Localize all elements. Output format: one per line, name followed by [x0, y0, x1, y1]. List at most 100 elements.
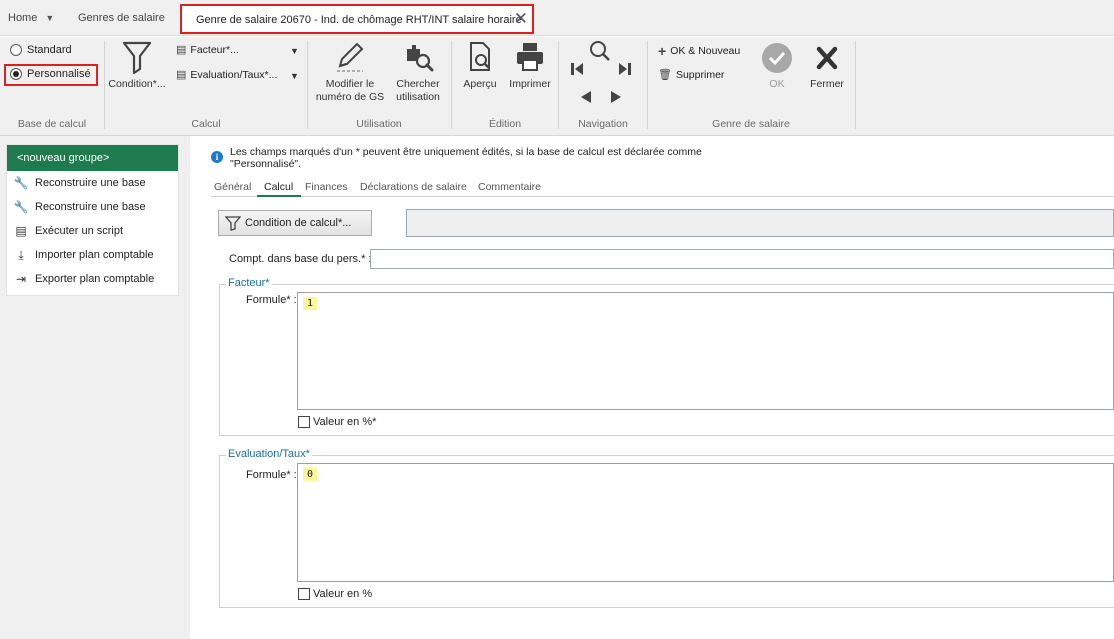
tab-home[interactable]: Home ▼ [8, 0, 54, 36]
ok-button[interactable]: OK [757, 41, 797, 91]
script-icon: ▤ [176, 44, 187, 56]
tab-active-label: Genre de salaire 20670 - Ind. de chômage… [196, 14, 522, 26]
evaluation-percent-label: Valeur en % [313, 588, 373, 600]
tab-bar: Home ▼ Genres de salaire Genre de salaire… [0, 0, 1114, 36]
tabs-divider [211, 196, 1114, 197]
evaluation-formula-value: 0 [303, 468, 318, 481]
sidebar-item-importer[interactable]: ⤓ Importer plan comptable [7, 243, 178, 267]
export-icon: ⇥ [15, 272, 27, 286]
group-label-navigation: Navigation [578, 118, 628, 130]
tab-general[interactable]: Général [214, 181, 251, 193]
facteur-percent-checkbox[interactable]: Valeur en %* [298, 416, 376, 428]
wrench-icon: 🔧 [13, 176, 29, 190]
printer-icon [517, 43, 543, 71]
compt-label: Compt. dans base du pers.* : [229, 253, 372, 265]
sidebar-item-reconstruire-1[interactable]: 🔧 Reconstruire une base [7, 171, 178, 195]
import-icon: ⤓ [18, 248, 24, 262]
evaluation-legend: Evaluation/Taux* [226, 448, 312, 460]
sidebar-item-reconstruire-2[interactable]: 🔧 Reconstruire une base [7, 195, 178, 219]
condition-button[interactable]: Condition*... [106, 39, 168, 91]
facteur-legend: Facteur* [226, 277, 272, 289]
search-icon[interactable] [590, 41, 610, 61]
plus-icon: + [658, 43, 667, 59]
group-label-edition: Édition [488, 118, 522, 130]
chercher-utilisation-button[interactable]: Chercher utilisation [390, 39, 446, 104]
facteur-formula-value: 1 [303, 297, 318, 310]
radio-personnalise[interactable]: Personnalisé [10, 68, 91, 80]
facteur-dropdown-icon[interactable]: ▼ [290, 46, 299, 56]
evaluation-percent-checkbox[interactable]: Valeur en % [298, 588, 372, 600]
radio-standard[interactable]: Standard [10, 44, 72, 56]
tab-calcul[interactable]: Calcul [264, 181, 293, 193]
facteur-percent-label: Valeur en %* [313, 416, 377, 428]
wrench-icon: 🔧 [13, 200, 29, 214]
sidebar-item-exporter[interactable]: ⇥ Exporter plan comptable [7, 267, 178, 291]
tab-declarations[interactable]: Déclarations de salaire [360, 181, 467, 193]
compt-input[interactable] [370, 249, 1114, 269]
ribbon-separator [307, 41, 308, 129]
trash-icon: 🗑 [658, 69, 672, 81]
radio-standard-circle[interactable] [10, 44, 22, 56]
check-circle-icon [762, 43, 792, 73]
modifier-label-1: Modifier le [325, 78, 375, 90]
left-panel: <nouveau groupe> 🔧 Reconstruire une base… [0, 136, 190, 639]
close-icon [816, 46, 838, 70]
sidebar-item-label: Exporter plan comptable [35, 273, 155, 285]
condition-label: Condition*... [108, 78, 166, 90]
ok-nouveau-label: OK & Nouveau [670, 45, 741, 57]
ok-label: OK [769, 78, 785, 90]
filter-icon [122, 41, 152, 75]
script-icon: ▤ [15, 224, 27, 238]
supprimer-button[interactable]: 🗑 Supprimer [658, 68, 724, 82]
tab-genre-de-salaire-active[interactable]: Genre de salaire 20670 - Ind. de chômage… [180, 4, 534, 34]
sidebar-item-label: Exécuter un script [35, 225, 124, 237]
script-icon: ▤ [176, 69, 187, 81]
evaluation-label: Evaluation/Taux*... [190, 68, 278, 81]
evaluation-formula-editor[interactable]: 0 [297, 463, 1114, 582]
facteur-formula-label: Formule* : [246, 294, 297, 306]
facteur-button[interactable]: ▤ Facteur*... [176, 43, 239, 57]
radio-standard-label: Standard [27, 44, 72, 56]
chercher-label-1: Chercher [396, 78, 440, 90]
ribbon-separator [558, 41, 559, 129]
tab-commentaire[interactable]: Commentaire [478, 181, 541, 193]
sidebar-item-label: Reconstruire une base [35, 177, 146, 189]
tab-genres-de-salaire[interactable]: Genres de salaire [78, 0, 165, 36]
checkbox[interactable] [298, 588, 310, 600]
radio-personnalise-circle[interactable] [10, 68, 22, 80]
fermer-label: Fermer [810, 78, 844, 90]
pencil-icon [337, 42, 364, 72]
sidebar-item-executer-script[interactable]: ▤ Exécuter un script [7, 219, 178, 243]
evaluation-button[interactable]: ▤ Evaluation/Taux*... [176, 68, 278, 82]
condition-calcul-button[interactable]: Condition de calcul*... [218, 210, 372, 236]
first-record-icon[interactable] [571, 63, 583, 75]
chevron-down-icon[interactable]: ▼ [45, 0, 54, 36]
fermer-button[interactable]: Fermer [805, 41, 849, 91]
ribbon-separator [104, 41, 105, 129]
facteur-formula-editor[interactable]: 1 [297, 292, 1114, 410]
chercher-label-2: utilisation [396, 91, 440, 103]
group-label-utilisation: Utilisation [356, 118, 402, 130]
navigation-controls [571, 41, 631, 103]
ok-nouveau-button[interactable]: + OK & Nouveau [658, 43, 740, 59]
filter-icon [225, 216, 241, 231]
close-icon[interactable]: ✕ [514, 6, 528, 32]
info-message: Les champs marqués d'un * peuvent être u… [230, 146, 702, 170]
last-record-icon[interactable] [619, 63, 631, 75]
group-label-genre-de-salaire: Genre de salaire [712, 118, 790, 130]
imprimer-button[interactable]: Imprimer [506, 39, 554, 91]
group-header[interactable]: <nouveau groupe> [7, 145, 178, 171]
checkbox[interactable] [298, 416, 310, 428]
previous-record-icon[interactable] [581, 91, 591, 103]
group-label-base-de-calcul: Base de calcul [17, 118, 87, 130]
imprimer-label: Imprimer [509, 78, 551, 90]
radio-personnalise-label: Personnalisé [27, 68, 91, 80]
apercu-button[interactable]: Aperçu [456, 39, 504, 91]
next-record-icon[interactable] [611, 91, 621, 103]
modifier-numero-button[interactable]: Modifier le numéro de GS [312, 39, 388, 104]
tab-finances[interactable]: Finances [305, 181, 348, 193]
evaluation-dropdown-icon[interactable]: ▼ [290, 71, 299, 81]
info-icon: i [211, 151, 223, 163]
sidebar-item-label: Importer plan comptable [35, 249, 154, 261]
group-label-calcul: Calcul [191, 118, 221, 130]
